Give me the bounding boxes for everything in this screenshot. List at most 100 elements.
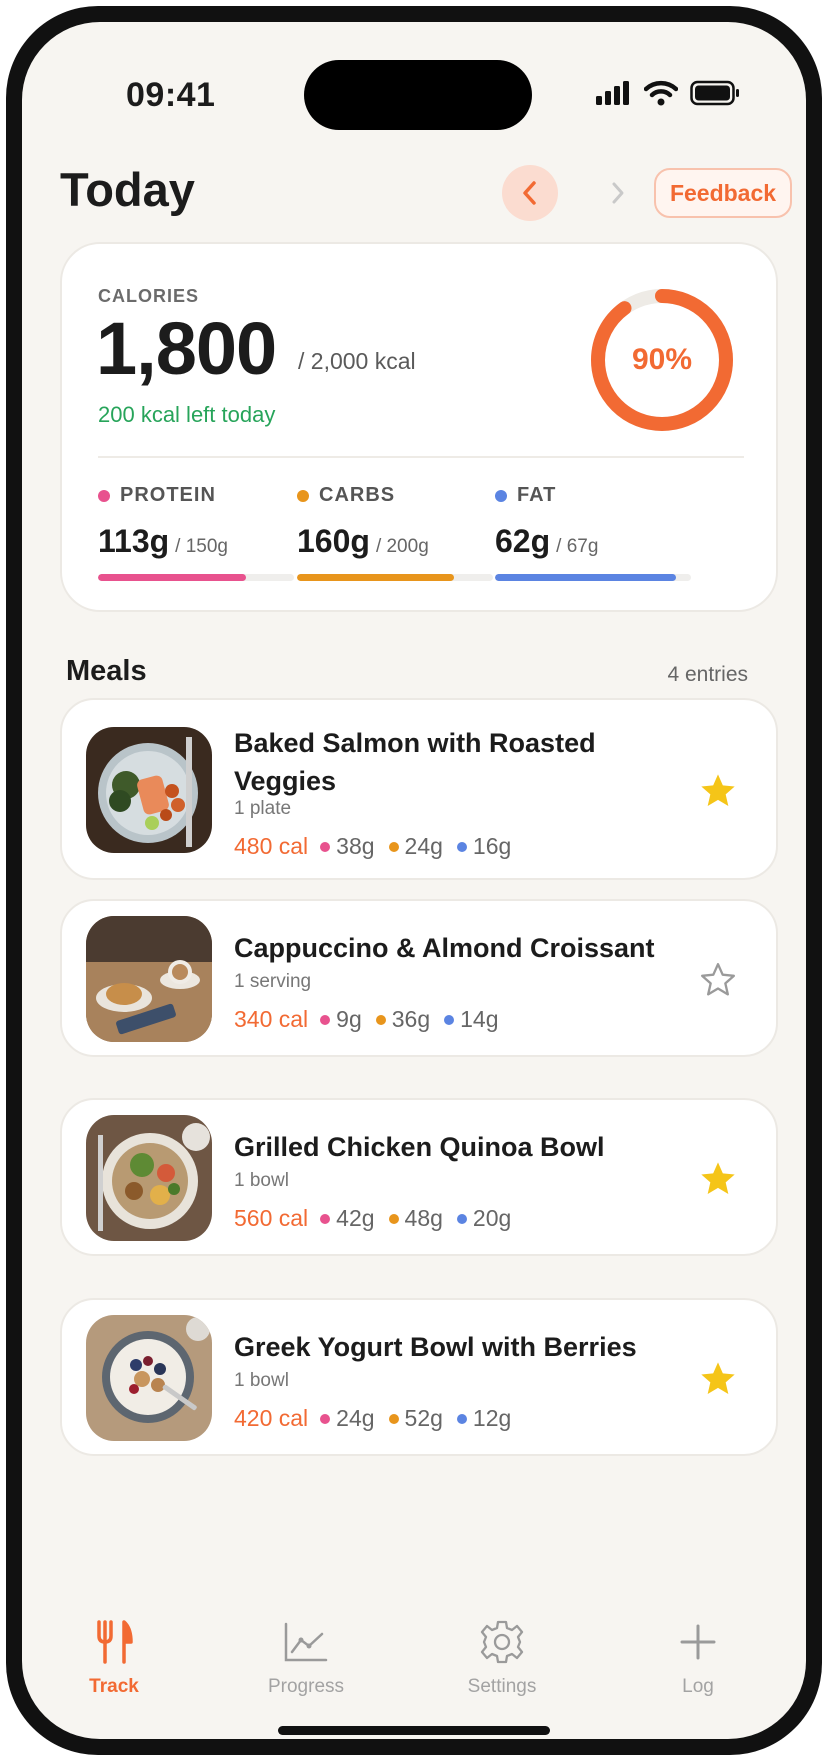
- meal-card[interactable]: Greek Yogurt Bowl with Berries 1 bowl 42…: [60, 1298, 778, 1456]
- protein-dot: [320, 841, 331, 852]
- star-outline-icon[interactable]: [698, 960, 738, 1000]
- meals-section-title: Meals: [66, 655, 147, 687]
- macro-value: 62g: [495, 523, 551, 559]
- status-time: 09:41: [126, 76, 216, 114]
- tab-log[interactable]: Log: [638, 1618, 758, 1698]
- meal-carbs: 24g: [404, 833, 443, 859]
- meal-portion: 1 bowl: [234, 1370, 289, 1391]
- meal-card[interactable]: Grilled Chicken Quinoa Bowl 1 bowl 560 c…: [60, 1098, 778, 1256]
- protein-dot: [98, 489, 110, 502]
- tab-label: Progress: [267, 1676, 345, 1697]
- wifi-icon: [644, 80, 678, 106]
- calories-value: 1,800: [96, 307, 277, 390]
- meal-calories: 340 cal: [234, 1006, 309, 1032]
- meal-carbs: 52g: [404, 1405, 443, 1431]
- plus-icon: [680, 1624, 716, 1660]
- macro-fat: FAT 62g / 67g: [495, 484, 691, 581]
- feedback-button[interactable]: Feedback: [654, 168, 792, 218]
- meal-stats: 560 cal 42g 48g 20g: [234, 1205, 525, 1232]
- meal-protein: 9g: [336, 1006, 362, 1032]
- fat-dot: [444, 1014, 455, 1025]
- star-filled-icon[interactable]: [698, 1359, 738, 1399]
- tab-label: Track: [89, 1676, 139, 1697]
- meal-calories: 480 cal: [234, 833, 309, 859]
- page-title: Today: [60, 163, 195, 216]
- meal-name: Greek Yogurt Bowl with Berries: [234, 1332, 637, 1362]
- macro-protein: PROTEIN 113g / 150g: [98, 484, 294, 581]
- gear-icon: [480, 1620, 524, 1664]
- chevron-right-icon: [612, 182, 624, 204]
- macro-progress-bar: [297, 574, 493, 581]
- chevron-left-icon: [523, 181, 536, 205]
- macro-progress-fill: [495, 574, 677, 581]
- tab-progress[interactable]: Progress: [246, 1618, 366, 1698]
- meal-fat: 16g: [472, 833, 512, 859]
- meal-carbs: 48g: [404, 1205, 443, 1231]
- meal-fat: 14g: [460, 1006, 499, 1032]
- meal-portion: 1 serving: [234, 971, 312, 992]
- macro-progress-bar: [98, 574, 294, 581]
- meal-stats: 420 cal 24g 52g 12g: [234, 1405, 525, 1432]
- meal-protein: 38g: [336, 833, 375, 859]
- meal-photo: [86, 727, 212, 853]
- protein-dot: [320, 1213, 331, 1224]
- tab-label: Log: [682, 1676, 714, 1697]
- meal-portion: 1 plate: [234, 798, 292, 819]
- meal-carbs: 36g: [391, 1006, 431, 1032]
- carbs-dot: [388, 841, 399, 852]
- calories-remaining: 200 kcal left today: [98, 402, 276, 427]
- macro-label: PROTEIN: [120, 484, 216, 506]
- fork-knife-icon: [97, 1620, 133, 1664]
- meal-fat: 20g: [472, 1205, 512, 1231]
- meal-portion: 1 bowl: [234, 1170, 289, 1191]
- calories-goal: / 2,000 kcal: [298, 348, 416, 374]
- carbs-dot: [297, 489, 309, 502]
- fat-dot: [495, 489, 507, 502]
- macro-carbs: CARBS 160g / 200g: [297, 484, 493, 581]
- star-filled-icon[interactable]: [698, 771, 738, 811]
- fat-dot: [456, 1413, 467, 1424]
- tab-track[interactable]: Track: [54, 1618, 174, 1698]
- divider: [98, 456, 744, 458]
- meal-fat: 12g: [472, 1405, 512, 1431]
- meal-calories: 560 cal: [234, 1205, 309, 1231]
- macro-goal: / 67g: [556, 536, 599, 557]
- chart-icon: [284, 1622, 328, 1662]
- meal-photo: [86, 1115, 212, 1241]
- carbs-dot: [388, 1213, 399, 1224]
- meal-card[interactable]: Cappuccino & Almond Croissant 1 serving …: [60, 899, 778, 1057]
- protein-dot: [320, 1014, 331, 1025]
- meal-protein: 24g: [336, 1405, 375, 1431]
- carbs-dot: [388, 1413, 399, 1424]
- calorie-summary-card: CALORIES 1,800 / 2,000 kcal 200 kcal lef…: [60, 242, 778, 612]
- meal-protein: 42g: [336, 1205, 375, 1231]
- macro-label: CARBS: [319, 484, 396, 506]
- battery-icon: [690, 80, 739, 106]
- next-day-button[interactable]: [590, 165, 646, 221]
- meal-stats: 340 cal 9g 36g 14g: [234, 1006, 513, 1033]
- macro-progress-bar: [495, 574, 691, 581]
- macro-label: FAT: [517, 484, 557, 506]
- meals-entry-count: 4 entries: [667, 663, 748, 686]
- tab-label: Settings: [467, 1676, 537, 1697]
- home-indicator: [278, 1726, 550, 1735]
- fat-dot: [456, 1213, 467, 1224]
- status-icons: [596, 80, 740, 106]
- meal-card[interactable]: Baked Salmon with Roasted Veggies 1 plat…: [60, 698, 778, 880]
- macro-progress-fill: [297, 574, 454, 581]
- macro-goal: / 150g: [175, 536, 228, 557]
- previous-day-button[interactable]: [502, 165, 558, 221]
- meal-photo: [86, 916, 212, 1042]
- dynamic-island: [304, 60, 532, 130]
- meal-name: Cappuccino & Almond Croissant: [234, 933, 655, 963]
- tab-settings[interactable]: Settings: [442, 1618, 562, 1698]
- meal-stats: 480 cal 38g 24g 16g: [234, 833, 525, 860]
- app-screen: 09:41 Today Feedback CALORIES 1,800 / 2,…: [22, 22, 806, 1739]
- macro-goal: / 200g: [375, 536, 429, 557]
- calories-label: CALORIES: [98, 286, 200, 306]
- protein-dot: [320, 1413, 331, 1424]
- star-filled-icon[interactable]: [698, 1159, 738, 1199]
- meal-name: Baked Salmon with Roasted Veggies: [234, 728, 596, 796]
- macro-progress-fill: [98, 574, 246, 581]
- fat-dot: [456, 841, 467, 852]
